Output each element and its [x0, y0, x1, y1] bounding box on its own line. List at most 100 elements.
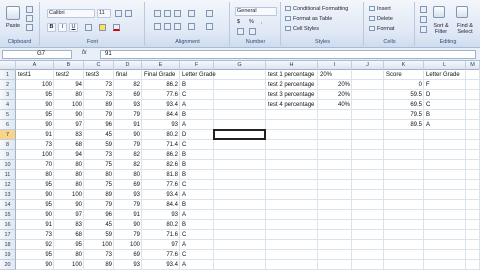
merge-center-icon[interactable]: [206, 23, 213, 30]
align-left-icon[interactable]: [154, 23, 161, 30]
align-bottom-icon[interactable]: [174, 10, 181, 17]
cell-f17[interactable]: C: [180, 230, 214, 240]
borders-icon[interactable]: [85, 24, 92, 31]
cell-styles-button[interactable]: Cell Styles: [285, 26, 319, 32]
cell-d6[interactable]: 91: [114, 120, 142, 130]
cell-a14[interactable]: 95: [16, 200, 54, 210]
cell-d16[interactable]: 90: [114, 220, 142, 230]
column-header-d[interactable]: D: [114, 61, 142, 70]
cell-f3[interactable]: C: [180, 90, 214, 100]
cell-a15[interactable]: 90: [16, 210, 54, 220]
cell-c14[interactable]: 79: [84, 200, 114, 210]
cell-f20[interactable]: A: [180, 260, 214, 270]
cell-b11[interactable]: 80: [54, 170, 84, 180]
row-header-6[interactable]: 6: [0, 120, 16, 130]
cell-e19[interactable]: 77.6: [142, 250, 180, 260]
cell-b16[interactable]: 83: [54, 220, 84, 230]
cell-d12[interactable]: 69: [114, 180, 142, 190]
cell-e8[interactable]: 71.4: [142, 140, 180, 150]
cell-h2[interactable]: test 2 percentage: [266, 80, 318, 90]
cell-f19[interactable]: C: [180, 250, 214, 260]
cell-l1[interactable]: Letter Grade: [424, 70, 466, 80]
cell-d19[interactable]: 69: [114, 250, 142, 260]
cell-c12[interactable]: 75: [84, 180, 114, 190]
insert-button[interactable]: Insert: [369, 6, 391, 12]
cell-f4[interactable]: A: [180, 100, 214, 110]
row-header-9[interactable]: 9: [0, 150, 16, 160]
cell-h1[interactable]: test 1 percentage: [266, 70, 318, 80]
column-header-f[interactable]: F: [180, 61, 214, 70]
row-header-13[interactable]: 13: [0, 190, 16, 200]
column-header-h[interactable]: H: [266, 61, 318, 70]
cell-l3[interactable]: D: [424, 90, 466, 100]
cell-c17[interactable]: 59: [84, 230, 114, 240]
cell-b18[interactable]: 95: [54, 240, 84, 250]
cell-f8[interactable]: C: [180, 140, 214, 150]
orientation-icon[interactable]: [188, 10, 195, 17]
cell-c19[interactable]: 73: [84, 250, 114, 260]
number-format-select[interactable]: General: [235, 7, 277, 16]
indent-icon[interactable]: [188, 23, 195, 30]
font-size-select[interactable]: 11: [97, 9, 111, 18]
column-header-a[interactable]: A: [16, 61, 54, 70]
cell-e11[interactable]: 81.8: [142, 170, 180, 180]
currency-button[interactable]: $: [237, 19, 240, 25]
row-header-12[interactable]: 12: [0, 180, 16, 190]
cell-b4[interactable]: 100: [54, 100, 84, 110]
cell-b1[interactable]: test2: [54, 70, 84, 80]
cell-b17[interactable]: 68: [54, 230, 84, 240]
cell-e12[interactable]: 77.6: [142, 180, 180, 190]
cell-d2[interactable]: 82: [114, 80, 142, 90]
cell-a10[interactable]: 70: [16, 160, 54, 170]
wrap-text-icon[interactable]: [206, 10, 213, 17]
cell-f10[interactable]: B: [180, 160, 214, 170]
delete-button[interactable]: Delete: [369, 16, 393, 22]
cell-d1[interactable]: final: [114, 70, 142, 80]
cell-l2[interactable]: F: [424, 80, 466, 90]
cell-d13[interactable]: 93: [114, 190, 142, 200]
cell-e4[interactable]: 93.4: [142, 100, 180, 110]
cell-a7[interactable]: 91: [16, 130, 54, 140]
cell-c16[interactable]: 45: [84, 220, 114, 230]
cell-e18[interactable]: 97: [142, 240, 180, 250]
cell-a16[interactable]: 91: [16, 220, 54, 230]
cell-c5[interactable]: 79: [84, 110, 114, 120]
cell-d3[interactable]: 69: [114, 90, 142, 100]
cell-c7[interactable]: 45: [84, 130, 114, 140]
paste-button[interactable]: Paste: [6, 23, 20, 29]
cell-a6[interactable]: 90: [16, 120, 54, 130]
row-header-18[interactable]: 18: [0, 240, 16, 250]
column-header-j[interactable]: J: [352, 61, 384, 70]
cell-a19[interactable]: 95: [16, 250, 54, 260]
cell-b20[interactable]: 100: [54, 260, 84, 270]
cell-c1[interactable]: test3: [84, 70, 114, 80]
find-select-icon[interactable]: [456, 6, 468, 18]
spreadsheet-grid[interactable]: ABCDEFGHIJKLM 1 test1 test2 test3 final Final…: [0, 61, 480, 270]
cell-f12[interactable]: C: [180, 180, 214, 190]
cell-b14[interactable]: 90: [54, 200, 84, 210]
cell-b9[interactable]: 94: [54, 150, 84, 160]
column-header-m[interactable]: M: [466, 61, 480, 70]
cell-b19[interactable]: 80: [54, 250, 84, 260]
decrease-decimal-icon[interactable]: [249, 28, 256, 35]
fill-icon[interactable]: [420, 16, 427, 23]
row-header-19[interactable]: 19: [0, 250, 16, 260]
column-header-b[interactable]: B: [54, 61, 84, 70]
sort-filter-icon[interactable]: [433, 6, 445, 18]
cell-c2[interactable]: 73: [84, 80, 114, 90]
cell-d14[interactable]: 79: [114, 200, 142, 210]
row-header-5[interactable]: 5: [0, 110, 16, 120]
comma-button[interactable]: ,: [261, 19, 263, 25]
cell-c10[interactable]: 75: [84, 160, 114, 170]
cell-k2[interactable]: 0: [384, 80, 424, 90]
cell-a4[interactable]: 90: [16, 100, 54, 110]
cell-d17[interactable]: 79: [114, 230, 142, 240]
cell-a12[interactable]: 95: [16, 180, 54, 190]
column-header-e[interactable]: E: [142, 61, 180, 70]
cell-b3[interactable]: 80: [54, 90, 84, 100]
fx-icon[interactable]: fx: [82, 50, 87, 56]
cell-e10[interactable]: 82.6: [142, 160, 180, 170]
cell-l5[interactable]: B: [424, 110, 466, 120]
cell-c9[interactable]: 73: [84, 150, 114, 160]
cell-e6[interactable]: 93: [142, 120, 180, 130]
